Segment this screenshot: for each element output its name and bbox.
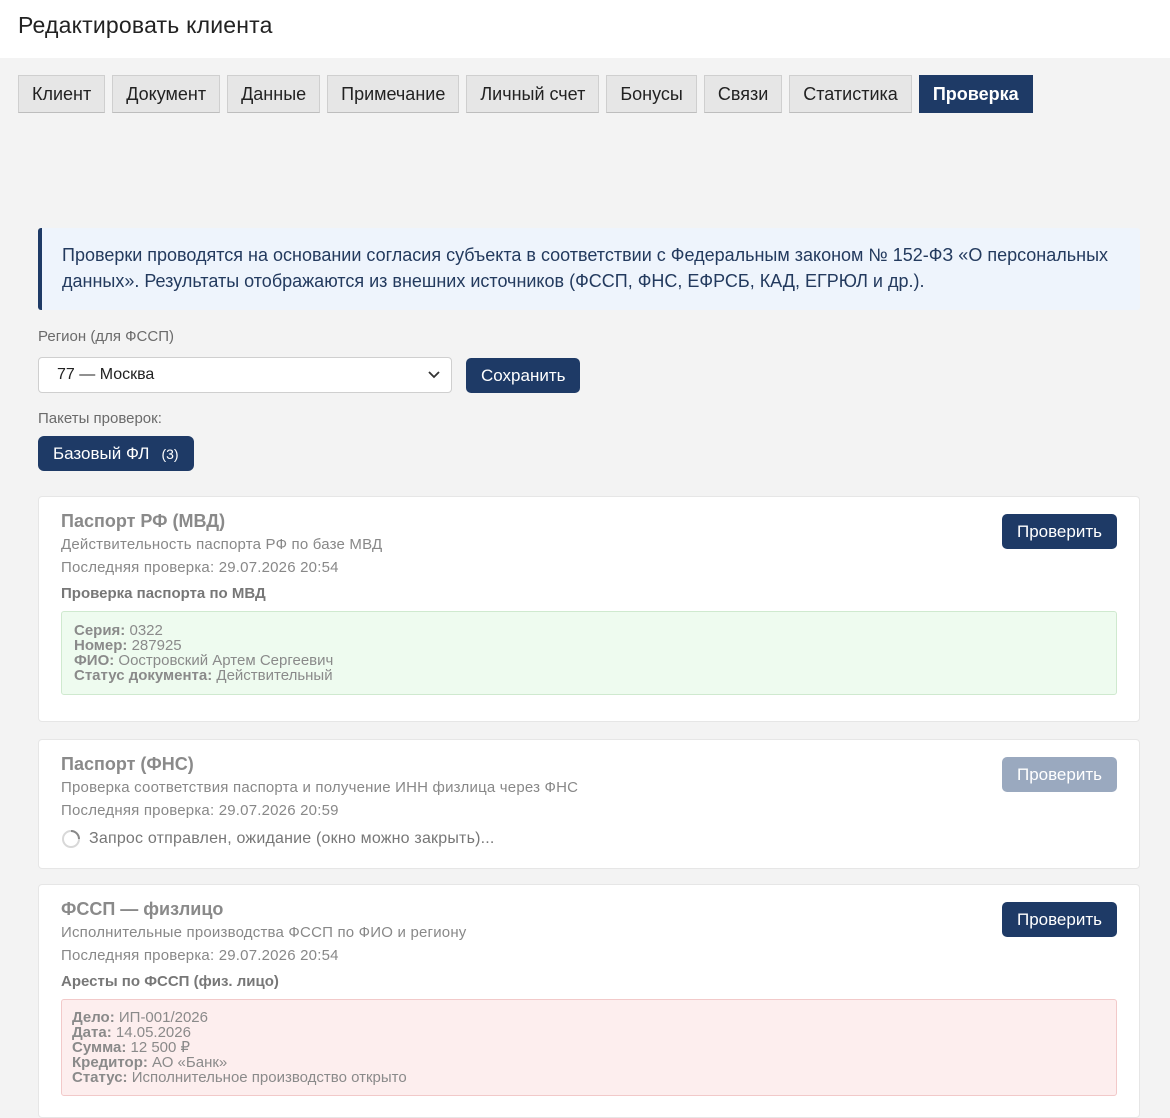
- consent-info-banner: Проверки проводятся на основании согласи…: [38, 228, 1140, 310]
- tab-personal-account[interactable]: Личный счет: [466, 75, 600, 113]
- result-row: Дело: ИП-001/2026: [72, 1010, 1106, 1025]
- page-title: Редактировать клиента: [18, 12, 273, 38]
- region-select[interactable]: 77 — Москва: [38, 357, 452, 393]
- result-row: Сумма: 12 500 ₽: [72, 1040, 1106, 1055]
- check-subtitle: Исполнительные производства ФССП по ФИО …: [61, 924, 467, 941]
- result-value: Исполнительное производство открыто: [131, 1069, 407, 1086]
- result-key: Статус:: [72, 1069, 128, 1086]
- packages-label: Пакеты проверок:: [38, 410, 162, 427]
- tab-client[interactable]: Клиент: [18, 75, 106, 113]
- check-result-warning: Дело: ИП-001/2026 Дата: 14.05.2026 Сумма…: [61, 999, 1117, 1096]
- check-passport-fns-button[interactable]: Проверить: [1001, 757, 1117, 792]
- result-row: Серия: 0322: [74, 623, 1104, 638]
- check-result-title: Проверка паспорта по МВД: [61, 585, 266, 602]
- tab-bar: Клиент Документ Данные Примечание Личный…: [0, 58, 1170, 171]
- region-row: 77 — Москва Сохранить: [38, 357, 1140, 393]
- check-card-fssp-person: ФССП — физлицо Исполнительные производст…: [38, 884, 1140, 1118]
- result-row: Кредитор: АО «Банк»: [72, 1055, 1106, 1070]
- check-card-passport-fns: Паспорт (ФНС) Проверка соответствия пасп…: [38, 739, 1140, 869]
- result-row: Статус документа: Действительный: [74, 668, 1104, 683]
- result-row: Дата: 14.05.2026: [72, 1025, 1106, 1040]
- save-region-button[interactable]: Сохранить: [466, 357, 581, 393]
- region-label: Регион (для ФССП): [38, 328, 174, 345]
- consent-info-text: Проверки проводятся на основании согласи…: [62, 245, 1109, 291]
- spinner-icon: [62, 830, 80, 848]
- tab-data[interactable]: Данные: [227, 75, 321, 113]
- check-title: ФССП — физлицо: [61, 899, 224, 919]
- tab-links[interactable]: Связи: [703, 75, 783, 113]
- package-count: (3): [161, 445, 179, 462]
- package-name: Базовый ФЛ: [53, 443, 150, 463]
- pending-text: Запрос отправлен, ожидание (окно можно з…: [89, 830, 495, 847]
- result-row: Номер: 287925: [74, 638, 1104, 653]
- tab-bonuses[interactable]: Бонусы: [606, 75, 697, 113]
- check-result-success: Серия: 0322 Номер: 287925 ФИО: Оостровск…: [61, 611, 1117, 695]
- check-last-date: Последняя проверка: 29.07.2026 20:59: [61, 802, 339, 819]
- check-subtitle: Действительность паспорта РФ по базе МВД: [61, 536, 383, 553]
- tab-check[interactable]: Проверка: [918, 75, 1033, 113]
- check-title: Паспорт (ФНС): [61, 754, 194, 774]
- check-subtitle: Проверка соответствия паспорта и получен…: [61, 779, 579, 796]
- check-passport-mvd-button[interactable]: Проверить: [1001, 514, 1117, 549]
- tab-document[interactable]: Документ: [112, 75, 221, 113]
- tab-note[interactable]: Примечание: [327, 75, 460, 113]
- tab-statistics[interactable]: Статистика: [789, 75, 912, 113]
- chevron-down-icon: [428, 371, 440, 379]
- result-key: Статус документа:: [74, 667, 213, 684]
- check-result-title: Аресты по ФССП (физ. лицо): [61, 973, 279, 990]
- result-row: Статус: Исполнительное производство откр…: [72, 1070, 1106, 1085]
- package-basic-fl-button[interactable]: Базовый ФЛ (3): [38, 436, 194, 471]
- pending-status: Запрос отправлен, ожидание (окно можно з…: [61, 829, 1117, 849]
- page-header: Редактировать клиента: [0, 0, 1170, 58]
- main-content: Проверки проводятся на основании согласи…: [0, 228, 1170, 1118]
- check-fssp-person-button[interactable]: Проверить: [1001, 902, 1117, 937]
- region-select-value: 77 — Москва: [57, 366, 155, 383]
- result-value: Действительный: [216, 667, 333, 684]
- check-last-date: Последняя проверка: 29.07.2026 20:54: [61, 559, 339, 576]
- result-row: ФИО: Оостровский Артем Сергеевич: [74, 653, 1104, 668]
- check-last-date: Последняя проверка: 29.07.2026 20:54: [61, 947, 339, 964]
- check-title: Паспорт РФ (МВД): [61, 511, 226, 531]
- check-card-passport-mvd: Паспорт РФ (МВД) Действительность паспор…: [38, 496, 1140, 722]
